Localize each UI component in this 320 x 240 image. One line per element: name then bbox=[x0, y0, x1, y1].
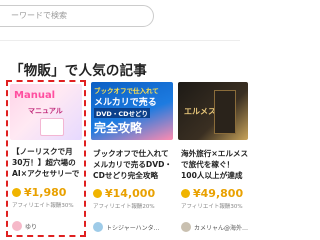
price: ¥49,800 bbox=[181, 187, 243, 200]
price-value: ¥14,000 bbox=[105, 187, 156, 200]
thumbnail-text: Manual bbox=[14, 90, 56, 101]
coin-icon bbox=[93, 189, 102, 198]
avatar bbox=[12, 221, 22, 231]
avatar bbox=[93, 222, 103, 232]
article-thumbnail: エルメス bbox=[178, 82, 248, 140]
thumbnail-illustration bbox=[214, 90, 236, 134]
thumbnail-text: マニュアル bbox=[28, 107, 63, 115]
thumbnail-text: DVD・CDせどり bbox=[94, 108, 150, 118]
article-card-1[interactable]: Manual マニュアル 【ノーリスクで月30万！】超穴場のAI×アクセサリーで… bbox=[6, 80, 86, 237]
author[interactable]: トシジャーハンタ… bbox=[93, 222, 160, 232]
article-card-2[interactable]: ブックオフで仕入れて メルカリで売る DVD・CDせどり 完全攻略 ブックオフで… bbox=[91, 82, 173, 237]
affiliate-rate: アフィリエイト報酬20% bbox=[93, 204, 155, 210]
author[interactable]: ゆり bbox=[12, 221, 37, 231]
article-thumbnail: Manual マニュアル bbox=[10, 84, 82, 140]
coin-icon bbox=[12, 188, 21, 197]
thumbnail-text: ブックオフで仕入れて bbox=[94, 87, 159, 95]
avatar bbox=[181, 222, 191, 232]
thumbnail-text: メルカリで売る bbox=[94, 98, 157, 108]
price-value: ¥1,980 bbox=[24, 186, 67, 199]
author[interactable]: カメリャん@海外… bbox=[181, 222, 248, 232]
search-input[interactable]: ーワードで検索 bbox=[0, 5, 154, 27]
search-placeholder: ーワードで検索 bbox=[11, 11, 67, 20]
price: ¥1,980 bbox=[12, 186, 66, 199]
price: ¥14,000 bbox=[93, 187, 155, 200]
article-title[interactable]: 【ノーリスクで月30万！】超穴場のAI×アクセサリーで副業革命【最… bbox=[12, 146, 82, 179]
divider bbox=[0, 40, 240, 41]
section-title: 「物販」で人気の記事 bbox=[10, 63, 147, 79]
affiliate-rate: アフィリエイト報酬30% bbox=[12, 203, 74, 209]
author-name: トシジャーハンタ… bbox=[106, 224, 160, 232]
author-name: カメリャん@海外… bbox=[194, 224, 249, 232]
coin-icon bbox=[181, 189, 190, 198]
article-title[interactable]: 海外旅行×エルメスで旅代を稼ぐ！100人以上が達成したエルメス攻略… bbox=[181, 148, 249, 181]
price-value: ¥49,800 bbox=[193, 187, 244, 200]
article-title[interactable]: ブックオフで仕入れてメルカリで売るDVD・CDせどり完全攻略 bbox=[93, 148, 173, 181]
affiliate-rate: アフィリエイト報酬30% bbox=[181, 204, 243, 210]
article-card-3[interactable]: エルメス 海外旅行×エルメスで旅代を稼ぐ！100人以上が達成したエルメス攻略… … bbox=[178, 82, 248, 237]
thumbnail-illustration bbox=[40, 118, 64, 136]
thumbnail-text: 完全攻略 bbox=[94, 121, 143, 135]
thumbnail-text: エルメス bbox=[184, 107, 216, 116]
article-thumbnail: ブックオフで仕入れて メルカリで売る DVD・CDせどり 完全攻略 bbox=[91, 82, 173, 140]
author-name: ゆり bbox=[25, 223, 38, 231]
